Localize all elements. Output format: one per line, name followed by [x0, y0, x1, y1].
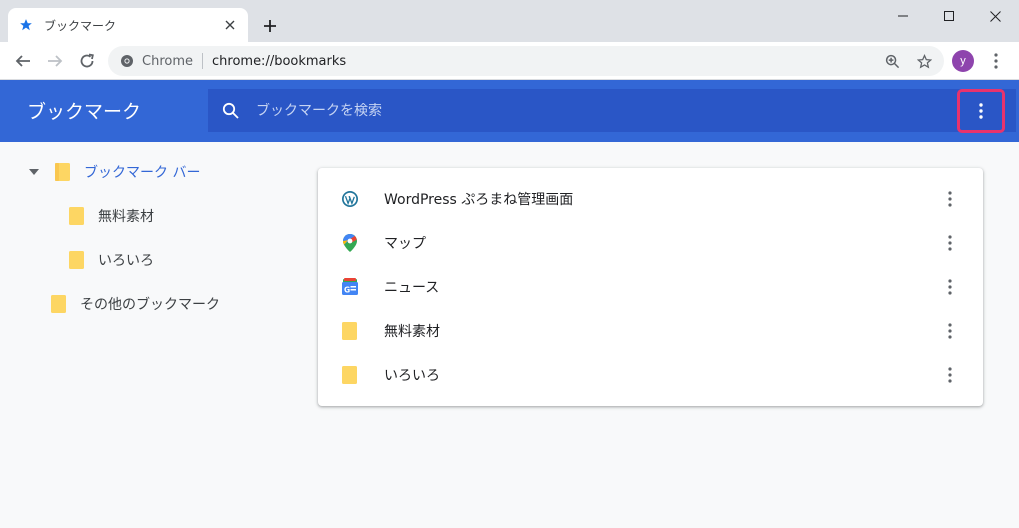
star-icon	[18, 17, 34, 33]
profile-avatar[interactable]: y	[952, 50, 974, 72]
bookmark-title: マップ	[384, 236, 426, 252]
bookmark-star-icon[interactable]	[914, 51, 934, 71]
google-news-icon: G	[341, 278, 359, 296]
omnibox-separator	[202, 53, 203, 69]
close-window-button[interactable]	[972, 0, 1018, 32]
list-item[interactable]: WordPress ぷろまね管理画面	[318, 177, 983, 221]
sidebar-item-iroiro[interactable]: いろいろ	[68, 248, 154, 272]
bookmark-title: いろいろ	[384, 368, 440, 384]
page-title: ブックマーク	[27, 101, 142, 123]
svg-text:G: G	[344, 286, 350, 295]
search-bar[interactable]	[208, 89, 1016, 132]
tab-bookmarks[interactable]: ブックマーク	[8, 8, 248, 42]
reload-button[interactable]	[73, 47, 101, 75]
minimize-button[interactable]	[880, 0, 926, 32]
more-actions-icon[interactable]	[938, 275, 962, 299]
url-text[interactable]: chrome://bookmarks	[212, 54, 346, 69]
site-chip: Chrome	[142, 53, 193, 69]
forward-button[interactable]	[41, 47, 69, 75]
sidebar-item-other-bookmarks[interactable]: その他のブックマーク	[50, 292, 220, 316]
search-input[interactable]	[256, 102, 856, 119]
folder-icon	[68, 206, 86, 226]
close-tab-icon[interactable]	[222, 17, 238, 33]
folder-icon	[341, 322, 359, 340]
sidebar-item-bookmarks-bar[interactable]: ブックマーク バー	[28, 160, 200, 184]
address-bar[interactable]: Chrome chrome://bookmarks	[108, 46, 944, 76]
bookmarks-header: ブックマーク	[0, 80, 1019, 142]
bookmark-title: WordPress ぷろまね管理画面	[384, 192, 574, 208]
sidebar-item-label: その他のブックマーク	[80, 297, 220, 313]
list-item[interactable]: G ニュース	[318, 265, 983, 309]
bookmark-title: 無料素材	[384, 324, 440, 340]
bookmark-title: ニュース	[384, 280, 440, 296]
chrome-icon	[120, 54, 134, 68]
bookmark-list: WordPress ぷろまね管理画面 マップ G ニュース 無料素材 いろいろ	[318, 168, 983, 406]
folder-icon	[68, 250, 86, 270]
google-maps-icon	[341, 234, 359, 252]
sidebar-item-free-materials[interactable]: 無料素材	[68, 204, 154, 228]
maximize-button[interactable]	[926, 0, 972, 32]
more-actions-icon[interactable]	[938, 231, 962, 255]
browser-toolbar: Chrome chrome://bookmarks y	[0, 42, 1019, 80]
tab-strip: ブックマーク	[0, 0, 1019, 42]
search-icon	[222, 102, 240, 120]
back-button[interactable]	[9, 47, 37, 75]
more-actions-icon[interactable]	[938, 363, 962, 387]
sidebar-item-label: 無料素材	[98, 209, 154, 225]
expand-arrow-icon[interactable]	[28, 169, 40, 175]
sidebar-item-label: ブックマーク バー	[84, 165, 201, 181]
more-vert-icon	[979, 103, 983, 119]
list-item[interactable]: マップ	[318, 221, 983, 265]
list-item[interactable]: いろいろ	[318, 353, 983, 397]
folder-icon	[341, 366, 359, 384]
folder-open-icon	[54, 162, 72, 182]
list-item[interactable]: 無料素材	[318, 309, 983, 353]
more-actions-icon[interactable]	[938, 319, 962, 343]
new-tab-button[interactable]	[258, 14, 282, 38]
folder-icon	[50, 294, 68, 314]
more-actions-icon[interactable]	[938, 187, 962, 211]
sidebar-item-label: いろいろ	[98, 253, 154, 269]
chrome-menu-icon[interactable]	[986, 50, 1006, 72]
zoom-icon[interactable]	[882, 51, 902, 71]
wordpress-icon	[341, 190, 359, 208]
organize-menu-button[interactable]	[957, 89, 1005, 133]
tab-title: ブックマーク	[44, 18, 117, 33]
